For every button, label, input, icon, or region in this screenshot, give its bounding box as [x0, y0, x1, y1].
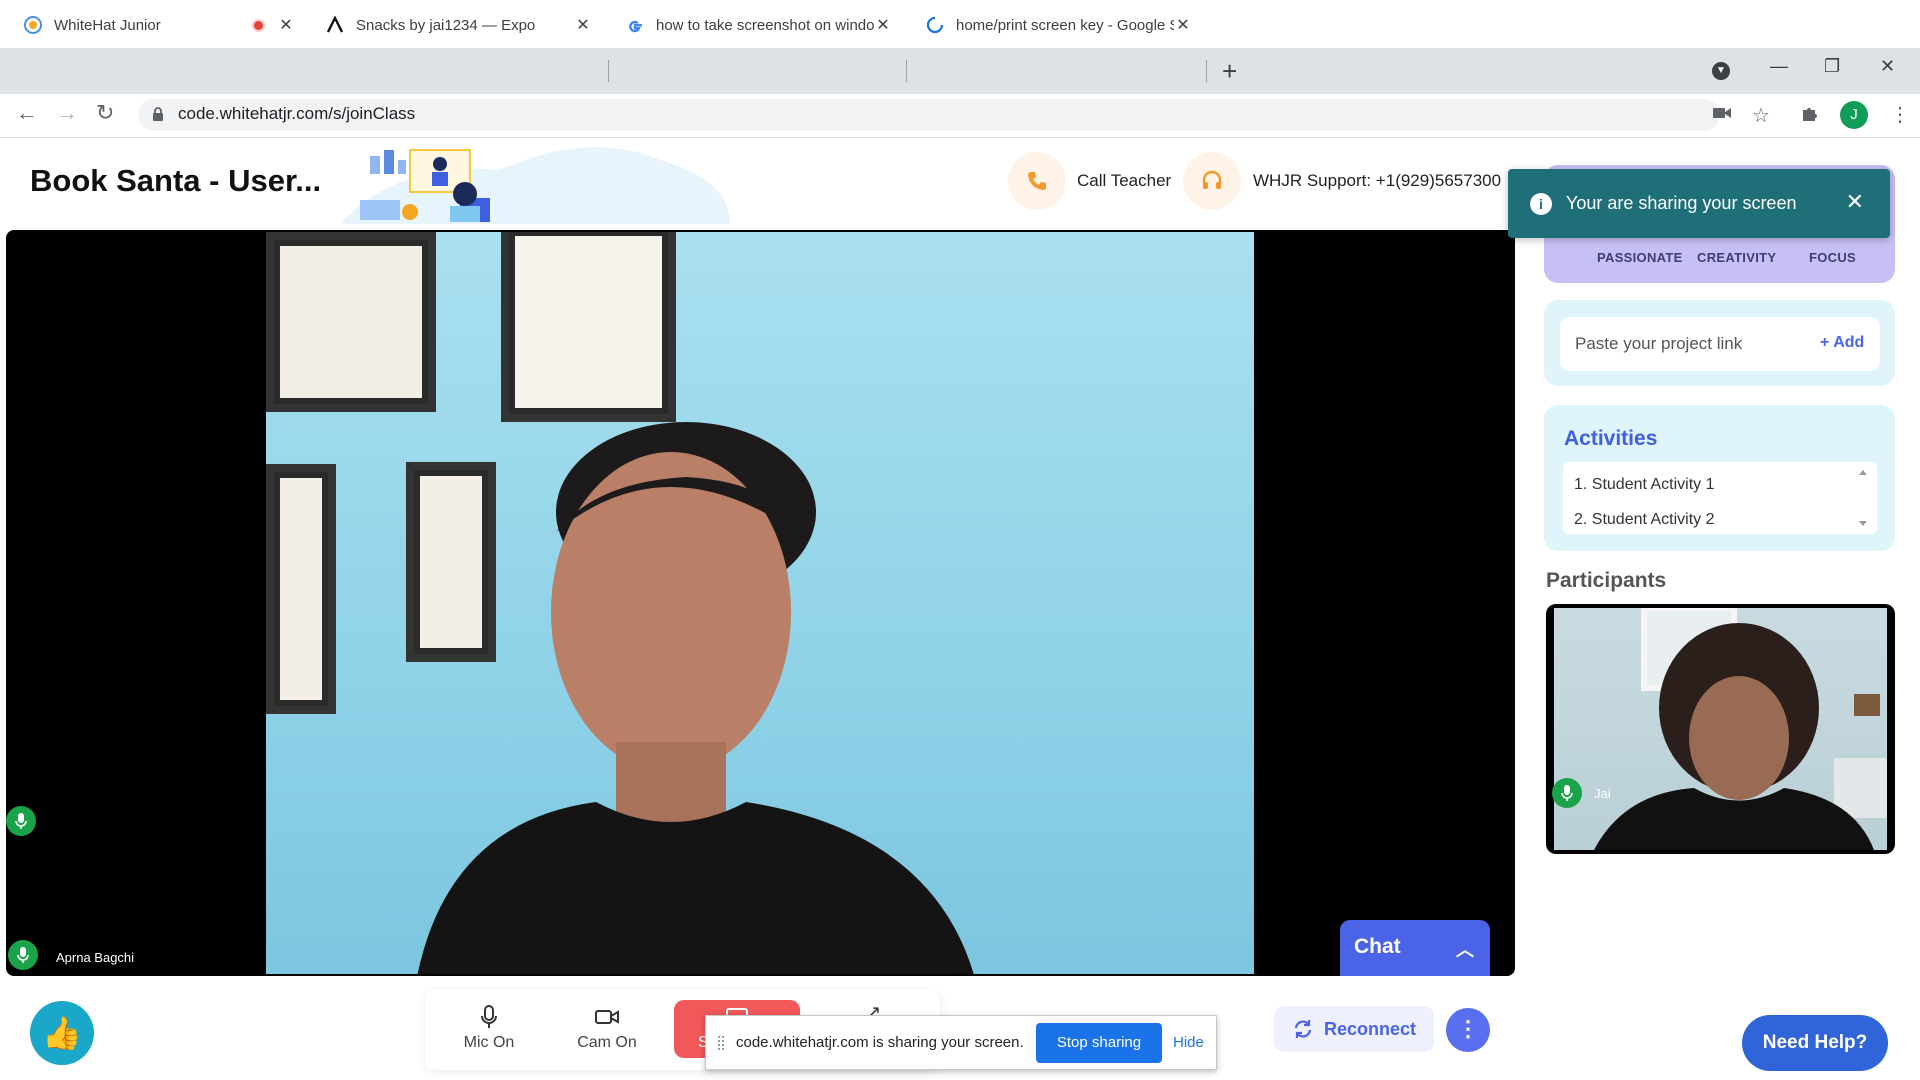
tab-close-icon[interactable]: ✕	[574, 15, 592, 35]
participant-video: Jai	[1546, 604, 1895, 854]
value-creativity: CREATIVITY	[1697, 250, 1777, 265]
chrome-sharing-bar: code.whitehatjr.com is sharing your scre…	[705, 1015, 1217, 1070]
tab-title: how to take screenshot on windo	[656, 16, 874, 34]
window-close-icon[interactable]: ✕	[1880, 56, 1895, 77]
tab-google-print-screen[interactable]: home/print screen key - Google S ✕	[912, 4, 1202, 46]
value-passionate: PASSIONATE	[1597, 250, 1683, 265]
microphone-icon	[449, 1004, 529, 1030]
thumbs-up-button[interactable]: 👍	[30, 1001, 94, 1065]
refresh-icon	[1294, 1020, 1312, 1038]
activity-item[interactable]: 1. Student Activity 1	[1574, 476, 1715, 494]
student-silhouette	[1594, 608, 1887, 850]
mic-toggle-button[interactable]: Mic On	[449, 1004, 529, 1052]
hide-sharing-bar-button[interactable]: Hide	[1173, 1034, 1204, 1051]
tab-search-icon[interactable]: ▼	[1712, 62, 1730, 80]
participant-video-feed	[1554, 608, 1887, 850]
whitehat-favicon-icon	[24, 16, 42, 34]
need-help-button[interactable]: Need Help?	[1742, 1015, 1888, 1071]
stop-sharing-button[interactable]: Stop sharing	[1036, 1023, 1162, 1063]
mic-label: Mic On	[463, 1034, 515, 1051]
wall-certificate	[266, 232, 436, 412]
info-icon: i	[1530, 192, 1552, 215]
tab-snacks-expo[interactable]: Snacks by jai1234 — Expo ✕	[312, 4, 602, 46]
chat-toggle-button[interactable]: Chat ︿	[1340, 920, 1490, 976]
restore-icon[interactable]: ❐	[1824, 56, 1840, 77]
sharing-message: code.whitehatjr.com is sharing your scre…	[736, 1034, 1024, 1051]
video-camera-icon	[567, 1004, 647, 1030]
value-focus: FOCUS	[1809, 250, 1856, 265]
call-teacher-button[interactable]	[1008, 152, 1066, 210]
lock-icon[interactable]	[152, 107, 164, 127]
tab-separator	[1206, 60, 1207, 82]
chevron-up-icon: ︿	[1456, 940, 1474, 960]
support-label[interactable]: WHJR Support: +1(929)5657300	[1253, 171, 1501, 191]
activities-scrollbar[interactable]	[1856, 466, 1870, 530]
add-link-button[interactable]: + Add	[1820, 334, 1864, 352]
call-teacher-label[interactable]: Call Teacher	[1077, 171, 1171, 191]
new-tab-button[interactable]: +	[1222, 56, 1237, 87]
drag-handle-icon[interactable]	[718, 1036, 724, 1050]
teacher-video-feed	[266, 232, 1254, 974]
url-text[interactable]: code.whitehatjr.com/s/joinClass	[178, 104, 415, 124]
tab-close-icon[interactable]: ✕	[874, 15, 892, 35]
class-title: Book Santa - User...	[30, 163, 322, 198]
cam-label: Cam On	[577, 1034, 637, 1051]
tab-separator	[906, 60, 907, 82]
teacher-mic-badge	[8, 940, 38, 970]
teacher-name-label: Aprna Bagchi	[56, 950, 135, 965]
tab-title: Snacks by jai1234 — Expo	[356, 16, 536, 34]
teacher-video: Aprna Bagchi	[6, 230, 1515, 976]
classroom-illustration	[340, 147, 730, 224]
minimize-icon[interactable]: —	[1770, 56, 1788, 77]
wall-certificate	[266, 464, 336, 714]
tab-close-icon[interactable]: ✕	[277, 15, 295, 35]
expo-favicon-icon	[326, 16, 344, 34]
reconnect-label: Reconnect	[1323, 1018, 1417, 1039]
thumbs-up-icon: 👍	[42, 1015, 82, 1051]
tab-whitehat-junior[interactable]: WhiteHat Junior ✕	[10, 4, 305, 46]
extensions-icon[interactable]	[1800, 103, 1820, 129]
screen-share-toast: i Your are sharing your screen ✕	[1508, 169, 1890, 238]
headset-icon	[1202, 170, 1222, 189]
toast-message: Your are sharing your screen	[1566, 193, 1797, 213]
tab-close-icon[interactable]: ✕	[1174, 15, 1192, 35]
support-button[interactable]	[1183, 152, 1241, 210]
camera-in-use-icon[interactable]	[1712, 103, 1732, 129]
tab-title: WhiteHat Junior	[54, 16, 161, 34]
chat-label: Chat	[1354, 935, 1401, 958]
more-options-icon[interactable]: ⋮	[1446, 1008, 1490, 1052]
cam-toggle-button[interactable]: Cam On	[567, 1004, 647, 1052]
teacher-mic-on-icon	[6, 806, 36, 836]
tab-google-screenshot[interactable]: how to take screenshot on windo ✕	[612, 4, 902, 46]
google-favicon-icon	[626, 16, 644, 34]
browser-tab-strip	[0, 48, 1920, 94]
profile-avatar[interactable]: J	[1840, 101, 1868, 129]
wall-certificate	[501, 232, 676, 422]
reload-icon[interactable]: ↻	[96, 100, 114, 126]
bookmark-star-icon[interactable]: ☆	[1752, 103, 1770, 128]
participants-title: Participants	[1546, 569, 1667, 592]
activity-item[interactable]: 2. Student Activity 2	[1574, 511, 1715, 529]
recording-indicator-icon	[252, 18, 265, 32]
participant-mic-on-icon	[1552, 778, 1582, 808]
loading-spinner-icon	[926, 16, 944, 34]
reconnect-button[interactable]: Reconnect	[1274, 1006, 1434, 1052]
back-arrow-icon[interactable]: ←	[16, 100, 38, 126]
tab-separator	[608, 60, 609, 82]
browser-menu-icon[interactable]: ⋮	[1890, 102, 1910, 127]
teacher-silhouette	[417, 422, 974, 974]
participant-name: Jai	[1594, 786, 1611, 801]
phone-icon	[1028, 172, 1046, 190]
activities-title: Activities	[1564, 427, 1658, 450]
toast-close-icon[interactable]: ✕	[1846, 189, 1864, 215]
tab-title: home/print screen key - Google S	[956, 16, 1174, 34]
forward-arrow-icon[interactable]: →	[56, 100, 78, 126]
